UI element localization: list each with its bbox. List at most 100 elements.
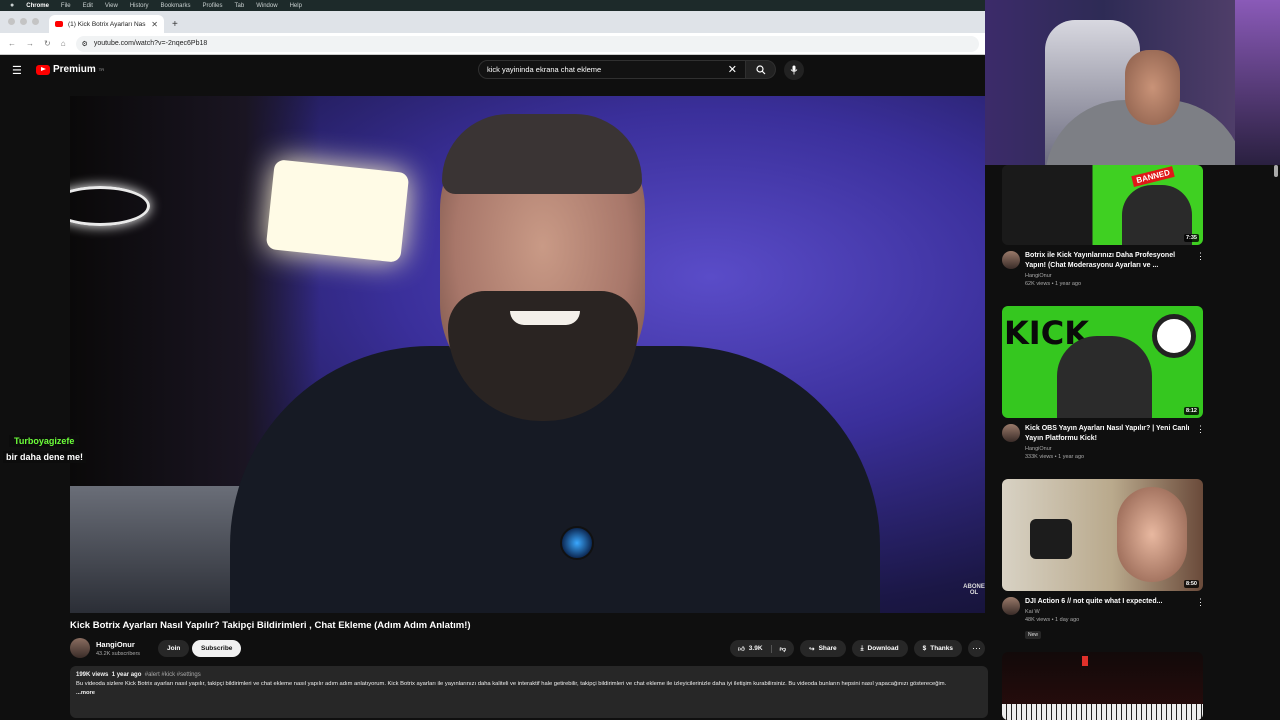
menu-file[interactable]: File: [61, 3, 71, 9]
kebab-menu-icon[interactable]: ⋮: [1196, 597, 1205, 608]
mac-menubar: ● Chrome File Edit View History Bookmark…: [0, 0, 985, 11]
forward-icon[interactable]: →: [26, 39, 34, 48]
youtube-header: ☰ Premium TR kick yayininda ekrana chat …: [0, 55, 985, 85]
download-button[interactable]: ⤓ Download: [851, 640, 908, 657]
youtube-logo[interactable]: Premium TR: [36, 64, 104, 75]
logo-text: Premium: [53, 64, 96, 75]
video-thumbnail[interactable]: 8:50: [1002, 479, 1203, 591]
back-icon[interactable]: ←: [8, 39, 16, 48]
recommendation-item[interactable]: BANNED 7:35 Botrix ile Kick Yayınlarınız…: [1002, 165, 1272, 287]
recommendation-title[interactable]: Kick OBS Yayın Ayarları Nasıl Yapılır? |…: [1025, 424, 1195, 444]
background-chair: [1235, 0, 1280, 165]
channel-avatar[interactable]: [70, 638, 90, 658]
webcam-overlay: [985, 0, 1280, 165]
recommendation-channel[interactable]: HangiOnur: [1025, 446, 1195, 452]
like-button[interactable]: 👍︎ 3.9K: [730, 644, 772, 653]
microphone-icon: [790, 65, 798, 75]
download-icon: ⤓: [860, 644, 864, 652]
new-tab-icon[interactable]: +: [172, 19, 178, 30]
recommendation-meta: 333K views • 1 year ago: [1025, 454, 1085, 460]
recommendation-info: DJI Action 6 // not quite what I expecte…: [1002, 597, 1272, 641]
recommendation-item[interactable]: [1002, 652, 1272, 720]
recommendation-title[interactable]: DJI Action 6 // not quite what I expecte…: [1025, 597, 1195, 607]
recommendation-item[interactable]: KICK 8:12 Kick OBS Yayın Ayarları Nasıl …: [1002, 306, 1272, 460]
like-count: 3.9K: [748, 645, 763, 652]
youtube-play-icon: [36, 64, 50, 75]
address-bar: ← → ↻ ⌂ ⚙ youtube.com/watch?v=-2nqec6Pb1…: [0, 33, 985, 55]
voice-search-button[interactable]: [784, 60, 804, 80]
menu-bookmarks[interactable]: Bookmarks: [161, 3, 191, 9]
recommendation-channel[interactable]: HangiOnur: [1025, 273, 1195, 279]
kebab-menu-icon[interactable]: ⋮: [1196, 424, 1205, 435]
upload-age: 1 year ago: [111, 672, 142, 678]
subscribe-button[interactable]: Subscribe: [192, 640, 242, 657]
description-meta: 199K views 1 year ago #alert #kick #sett…: [76, 671, 982, 680]
menu-profiles[interactable]: Profiles: [203, 3, 223, 9]
recommendation-info: Botrix ile Kick Yayınlarınızı Daha Profe…: [1002, 251, 1272, 287]
recommendation-title[interactable]: Botrix ile Kick Yayınlarınızı Daha Profe…: [1025, 251, 1195, 271]
share-button[interactable]: ↪ Share: [800, 640, 846, 657]
tab-strip: (1) Kick Botrix Ayarları Nasıl Y ✕ +: [0, 11, 985, 33]
browser-tab[interactable]: (1) Kick Botrix Ayarları Nasıl Y ✕: [49, 15, 164, 33]
menu-view[interactable]: View: [105, 3, 118, 9]
duration-badge: 8:12: [1183, 407, 1199, 415]
description-box[interactable]: 199K views 1 year ago #alert #kick #sett…: [70, 666, 988, 718]
show-more-link[interactable]: ...more: [76, 689, 982, 698]
thumbs-down-icon: 👎︎: [779, 645, 787, 653]
channel-name[interactable]: HangiOnur: [96, 640, 140, 649]
video-thumbnail[interactable]: BANNED 7:35: [1002, 165, 1203, 245]
youtube-favicon-icon: [55, 21, 63, 27]
menu-window[interactable]: Window: [256, 3, 277, 9]
shirt-badge: [560, 526, 594, 560]
menu-edit[interactable]: Edit: [83, 3, 93, 9]
video-thumbnail[interactable]: KICK 8:12: [1002, 306, 1203, 418]
video-player[interactable]: ABONE OL: [70, 96, 985, 613]
url-field[interactable]: ⚙ youtube.com/watch?v=-2nqec6Pb18: [75, 35, 979, 52]
recommendation-item[interactable]: 8:50 DJI Action 6 // not quite what I ex…: [1002, 479, 1272, 641]
menu-help[interactable]: Help: [290, 3, 302, 9]
home-icon[interactable]: ⌂: [61, 39, 66, 48]
search-button[interactable]: [746, 60, 776, 79]
chat-username: Turboyagizefe: [9, 435, 80, 447]
menu-history[interactable]: History: [130, 3, 149, 9]
window-controls: [8, 18, 39, 25]
like-dislike-group: 👍︎ 3.9K 👎︎: [730, 640, 795, 657]
softbox-light: [265, 159, 410, 263]
tab-title: (1) Kick Botrix Ayarları Nasıl Y: [68, 20, 147, 28]
hashtags[interactable]: #alert #kick #settings: [145, 672, 201, 678]
channel-avatar[interactable]: [1002, 424, 1020, 442]
more-actions-icon[interactable]: ⋯: [968, 640, 985, 657]
search-input[interactable]: kick yayininda ekrana chat ekleme ✕: [478, 60, 746, 79]
thumbnail-figure: [1122, 185, 1192, 245]
join-button[interactable]: Join: [158, 640, 190, 657]
minimize-window-button[interactable]: [20, 18, 27, 25]
video-title: Kick Botrix Ayarları Nasıl Yapılır? Taki…: [70, 620, 471, 631]
reload-icon[interactable]: ↻: [44, 39, 51, 48]
subscribe-watermark[interactable]: ABONE OL: [963, 584, 985, 596]
share-icon: ↪: [809, 645, 815, 653]
duration-badge: 8:50: [1183, 580, 1199, 588]
kebab-menu-icon[interactable]: ⋮: [1196, 251, 1205, 262]
description-text: Bu videoda sizlere Kick Botrix ayarları …: [76, 681, 947, 687]
channel-avatar[interactable]: [1002, 597, 1020, 615]
piano-keys: [1002, 704, 1203, 720]
subscriber-count: 43.2K subscribers: [96, 650, 141, 657]
recommendation-channel[interactable]: Kai W: [1025, 609, 1195, 615]
thumbnail-note: [1082, 656, 1088, 666]
dislike-button[interactable]: 👎︎: [772, 645, 795, 653]
maximize-window-button[interactable]: [32, 18, 39, 25]
menu-icon[interactable]: ☰: [12, 64, 22, 77]
close-tab-icon[interactable]: ✕: [151, 20, 158, 29]
sidebar-scrollbar[interactable]: [1274, 165, 1278, 177]
channel-avatar[interactable]: [1002, 251, 1020, 269]
apple-icon[interactable]: ●: [10, 2, 14, 9]
clear-search-icon[interactable]: ✕: [728, 63, 737, 76]
site-info-icon[interactable]: ⚙: [82, 40, 88, 48]
menu-tab[interactable]: Tab: [235, 3, 245, 9]
close-window-button[interactable]: [8, 18, 15, 25]
menubar-app[interactable]: Chrome: [26, 3, 49, 9]
share-label: Share: [818, 645, 837, 652]
recommendation-info: Kick OBS Yayın Ayarları Nasıl Yapılır? |…: [1002, 424, 1272, 460]
thanks-button[interactable]: $ Thanks: [913, 640, 962, 657]
video-thumbnail[interactable]: [1002, 652, 1203, 720]
